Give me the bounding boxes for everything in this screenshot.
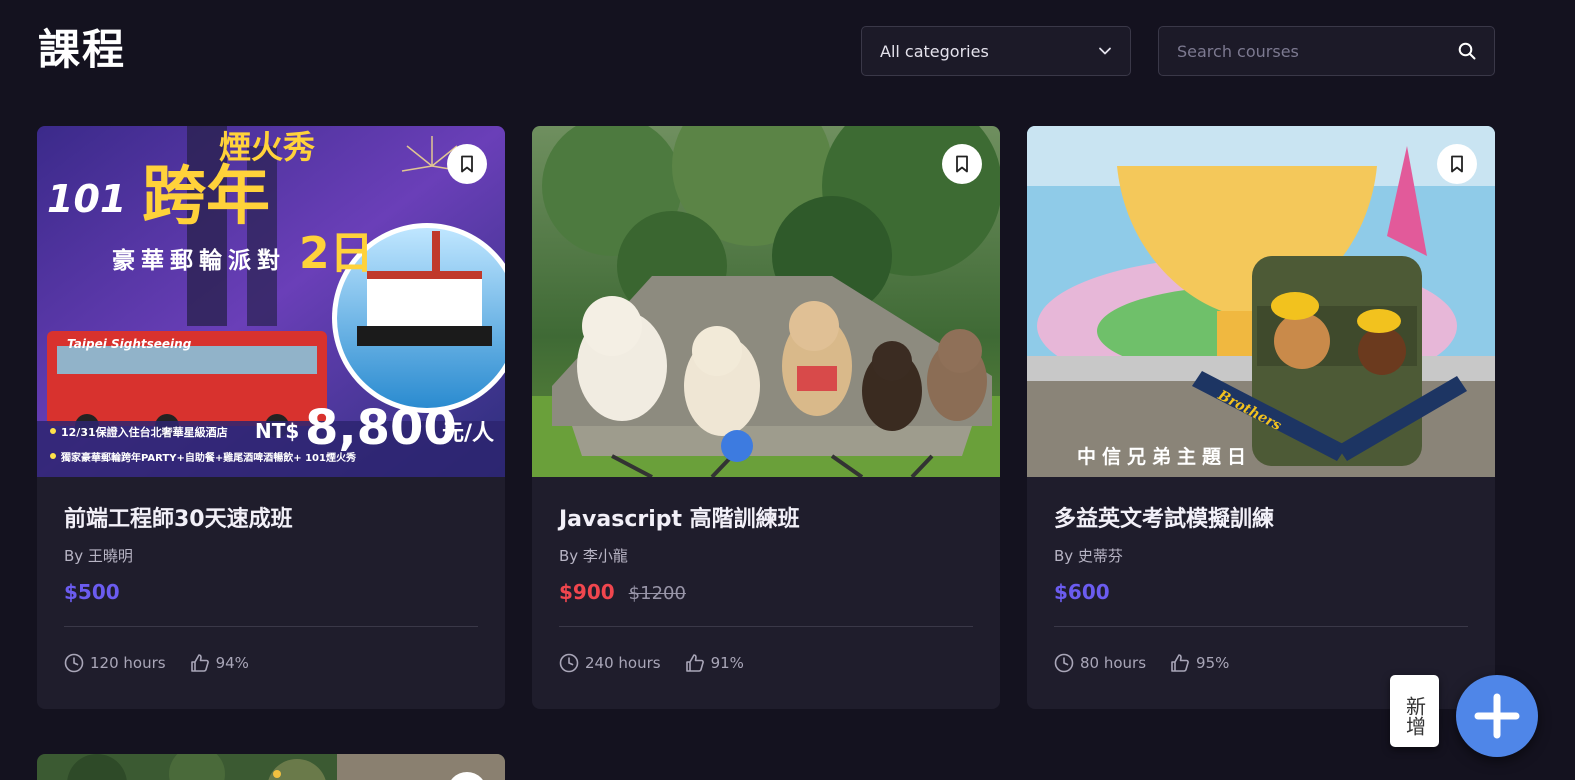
- photo-caption: 中信兄弟主題日: [1077, 445, 1252, 468]
- course-author: By 李小龍: [559, 547, 628, 565]
- add-course-button[interactable]: [1456, 675, 1538, 757]
- poster-price-label: NT$: [255, 419, 299, 443]
- course-rating: 94%: [190, 653, 249, 673]
- card-divider: [559, 626, 973, 627]
- poster-headline: 跨年: [142, 160, 270, 234]
- search-box[interactable]: [1158, 26, 1495, 76]
- course-card[interactable]: 101 跨年 煙火秀 豪華郵輪派對 2日 Taipei Sightseeing …: [37, 126, 505, 709]
- plus-icon: [1474, 693, 1520, 739]
- course-rating-label: 91%: [710, 654, 744, 672]
- card-divider: [64, 626, 478, 627]
- course-image[interactable]: [532, 126, 1000, 477]
- search-input[interactable]: [1177, 41, 1458, 61]
- course-image: [37, 754, 505, 780]
- page-title: 課程: [38, 25, 127, 74]
- course-original-price: $1200: [628, 583, 686, 604]
- course-price: $500: [64, 580, 120, 604]
- course-hours-label: 240 hours: [585, 654, 661, 672]
- poster-number: 101: [47, 177, 126, 221]
- poster-bullet-2: 獨家豪華郵輪跨年PARTY+自助餐+雞尾酒啤酒暢飲+ 101煙火秀: [60, 451, 356, 464]
- course-hours-label: 80 hours: [1080, 654, 1147, 672]
- baseball-dogs-image: Brothers 中信兄弟主題日: [1027, 126, 1495, 477]
- course-rating-label: 94%: [215, 654, 249, 672]
- course-title[interactable]: 多益英文考試模擬訓練: [1054, 505, 1468, 535]
- course-hours-label: 120 hours: [90, 654, 166, 672]
- poster-subtitle: 豪華郵輪派對: [112, 247, 286, 274]
- course-price: $600: [1054, 580, 1110, 604]
- add-tooltip: 新增: [1390, 675, 1439, 747]
- poster-bus: Taipei Sightseeing: [67, 337, 192, 351]
- bookmark-button[interactable]: [1437, 144, 1477, 184]
- bookmark-icon: [956, 155, 968, 173]
- course-rating: 95%: [1170, 653, 1229, 673]
- course-hours: 240 hours: [559, 653, 661, 673]
- course-image[interactable]: Brothers 中信兄弟主題日: [1027, 126, 1495, 477]
- poster-days: 2日: [299, 228, 374, 279]
- course-rating-label: 95%: [1196, 654, 1230, 672]
- clock-icon: [1054, 653, 1074, 673]
- course-image[interactable]: 101 跨年 煙火秀 豪華郵輪派對 2日 Taipei Sightseeing …: [37, 126, 505, 477]
- thumbs-up-icon: [190, 654, 209, 672]
- course-title[interactable]: 前端工程師30天速成班: [64, 505, 478, 535]
- clock-icon: [64, 653, 84, 673]
- category-select-value: All categories: [880, 41, 989, 61]
- course-title[interactable]: Javascript 高階訓練班: [559, 505, 973, 535]
- bookmark-icon: [461, 155, 473, 173]
- bookmark-icon: [1451, 155, 1463, 173]
- cruise-poster-image: 101 跨年 煙火秀 豪華郵輪派對 2日 Taipei Sightseeing …: [37, 126, 505, 477]
- course-card[interactable]: Brothers 中信兄弟主題日 多益英文考試模擬訓練 By 史蒂芬 $600 …: [1027, 126, 1495, 709]
- poster-bullet-1: 12/31保證入住台北奢華星級酒店: [61, 425, 228, 439]
- course-rating: 91%: [685, 653, 744, 673]
- course-author: By 史蒂芬: [1054, 547, 1123, 565]
- search-icon[interactable]: [1458, 42, 1476, 60]
- thumbs-up-icon: [1171, 654, 1189, 672]
- course-card[interactable]: Javascript 高階訓練班 By 李小龍 $900 $1200 240 h…: [532, 126, 1000, 709]
- bookmark-button[interactable]: [447, 144, 487, 184]
- course-hours: 120 hours: [64, 653, 166, 673]
- course-author: By 王曉明: [64, 547, 133, 565]
- course-price: $900: [559, 580, 615, 604]
- course-card-partial[interactable]: [37, 754, 505, 780]
- chevron-down-icon: [1099, 47, 1111, 55]
- card-divider: [1054, 626, 1468, 627]
- bookmark-button[interactable]: [942, 144, 982, 184]
- course-hours: 80 hours: [1054, 653, 1146, 673]
- clock-icon: [559, 653, 579, 673]
- thumbs-up-icon: [685, 654, 704, 672]
- category-select[interactable]: All categories: [861, 26, 1131, 76]
- poster-price-unit: 元/人: [442, 421, 494, 446]
- poster-price-value: 8,800: [305, 400, 457, 456]
- poster-fireworks: 煙火秀: [219, 128, 315, 166]
- dogs-photo-image: [532, 126, 1000, 477]
